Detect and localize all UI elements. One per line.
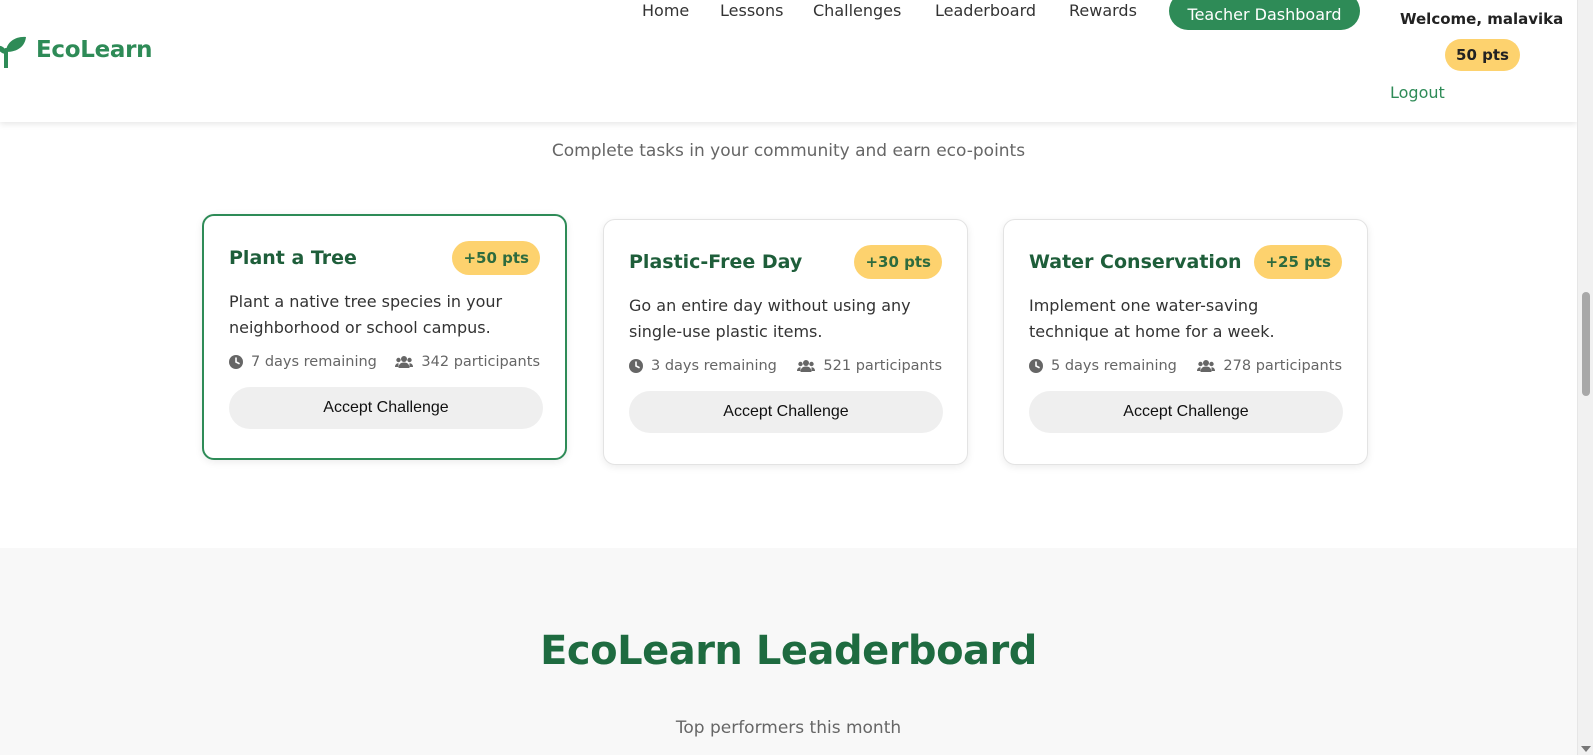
scrollbar-thumb[interactable] bbox=[1582, 292, 1590, 396]
participants-text: 342 participants bbox=[421, 354, 540, 370]
challenge-participants: 278 participants bbox=[1197, 358, 1342, 374]
vertical-scrollbar[interactable] bbox=[1577, 0, 1593, 755]
remaining-text: 7 days remaining bbox=[251, 354, 377, 370]
challenge-description: Go an entire day without using any singl… bbox=[629, 296, 911, 341]
challenge-title: Plant a Tree bbox=[229, 247, 357, 269]
challenges-subtitle: Complete tasks in your community and ear… bbox=[551, 141, 1026, 161]
nav-rewards[interactable]: Rewards bbox=[1069, 0, 1137, 22]
challenge-card[interactable]: Plastic-Free Day +30 pts Go an entire da… bbox=[603, 219, 968, 465]
challenge-participants: 342 participants bbox=[395, 354, 540, 370]
challenge-points-badge: +25 pts bbox=[1254, 245, 1342, 279]
challenge-card[interactable]: Water Conservation +25 pts Implement one… bbox=[1003, 219, 1368, 465]
challenge-card[interactable]: Plant a Tree +50 pts Plant a native tree… bbox=[202, 214, 567, 460]
accept-challenge-button[interactable]: Accept Challenge bbox=[229, 387, 543, 429]
teacher-dashboard-button[interactable]: Teacher Dashboard bbox=[1169, 0, 1360, 30]
challenge-title: Water Conservation bbox=[1029, 251, 1242, 273]
remaining-text: 3 days remaining bbox=[651, 358, 777, 374]
nav-home[interactable]: Home bbox=[642, 0, 689, 22]
challenge-time-remaining: 5 days remaining bbox=[1029, 358, 1177, 374]
accept-challenge-button[interactable]: Accept Challenge bbox=[1029, 391, 1343, 433]
site-header: EcoLearn Home Lessons Challenges Leaderb… bbox=[0, 0, 1577, 122]
challenge-time-remaining: 3 days remaining bbox=[629, 358, 777, 374]
users-icon bbox=[1197, 360, 1216, 372]
clock-icon bbox=[629, 359, 643, 373]
accept-challenge-button[interactable]: Accept Challenge bbox=[629, 391, 943, 433]
remaining-text: 5 days remaining bbox=[1051, 358, 1177, 374]
leaderboard-subtitle: Top performers this month bbox=[675, 718, 902, 738]
users-icon bbox=[797, 360, 816, 372]
challenge-points-badge: +30 pts bbox=[854, 245, 942, 279]
user-points-badge: 50 pts bbox=[1445, 39, 1520, 71]
challenge-title: Plastic-Free Day bbox=[629, 251, 803, 273]
challenge-time-remaining: 7 days remaining bbox=[229, 354, 377, 370]
nav-leaderboard[interactable]: Leaderboard bbox=[935, 0, 1036, 22]
challenge-participants: 521 participants bbox=[797, 358, 942, 374]
page-viewport: EcoLearn Home Lessons Challenges Leaderb… bbox=[0, 0, 1577, 755]
challenge-description: Implement one water-saving technique at … bbox=[1029, 296, 1275, 341]
challenge-description: Plant a native tree species in your neig… bbox=[229, 292, 503, 337]
logo-text: EcoLearn bbox=[36, 37, 153, 63]
leaderboard-section: EcoLearn Leaderboard Top performers this… bbox=[0, 548, 1577, 755]
logout-link[interactable]: Logout bbox=[1390, 83, 1445, 102]
challenge-points-badge: +50 pts bbox=[452, 241, 540, 275]
sprout-icon bbox=[0, 36, 26, 68]
clock-icon bbox=[229, 355, 243, 369]
users-icon bbox=[395, 356, 414, 368]
participants-text: 278 participants bbox=[1223, 358, 1342, 374]
scroll-down-arrow-icon[interactable] bbox=[1581, 746, 1591, 752]
nav-challenges[interactable]: Challenges bbox=[813, 0, 901, 22]
leaderboard-title: EcoLearn Leaderboard bbox=[540, 628, 1037, 674]
nav-lessons[interactable]: Lessons bbox=[720, 0, 783, 22]
welcome-text: Welcome, malavika bbox=[1400, 10, 1564, 28]
clock-icon bbox=[1029, 359, 1043, 373]
logo[interactable]: EcoLearn bbox=[0, 32, 153, 68]
participants-text: 521 participants bbox=[823, 358, 942, 374]
